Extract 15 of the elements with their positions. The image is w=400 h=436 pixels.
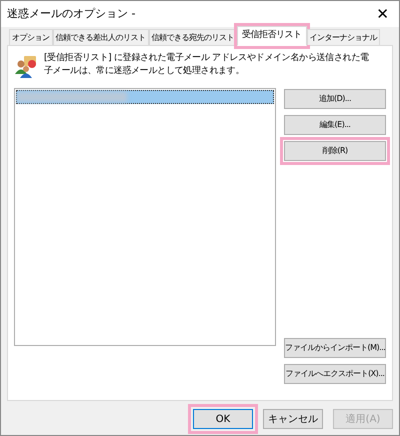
action-button[interactable]: 削除(R) xyxy=(284,141,386,161)
tab[interactable]: 信頼できる差出人のリスト xyxy=(52,29,148,45)
tab[interactable]: オプション xyxy=(9,29,52,45)
action-button[interactable]: 追加(D)... xyxy=(284,89,386,109)
tab[interactable]: インターナショナル xyxy=(306,29,380,45)
dialog-button[interactable]: キャンセル xyxy=(263,409,323,429)
window-title: 迷惑メールのオプション - xyxy=(7,6,136,22)
people-block-icon xyxy=(14,54,38,78)
tab[interactable]: 信頼できる宛先のリスト xyxy=(148,29,237,45)
description-text: [受信拒否リスト] に登録された電子メール アドレスやドメイン名から送信された電子メールは、常に迷惑メールとして処理されます。 xyxy=(44,52,370,78)
action-button[interactable]: ファイルからインポート(M)... xyxy=(284,338,386,358)
close-button[interactable]: ✕ xyxy=(372,6,393,22)
action-button[interactable]: ファイルへエクスポート(X)... xyxy=(284,364,386,384)
list-row[interactable] xyxy=(16,90,274,104)
action-button[interactable]: 編集(E)... xyxy=(284,115,386,135)
